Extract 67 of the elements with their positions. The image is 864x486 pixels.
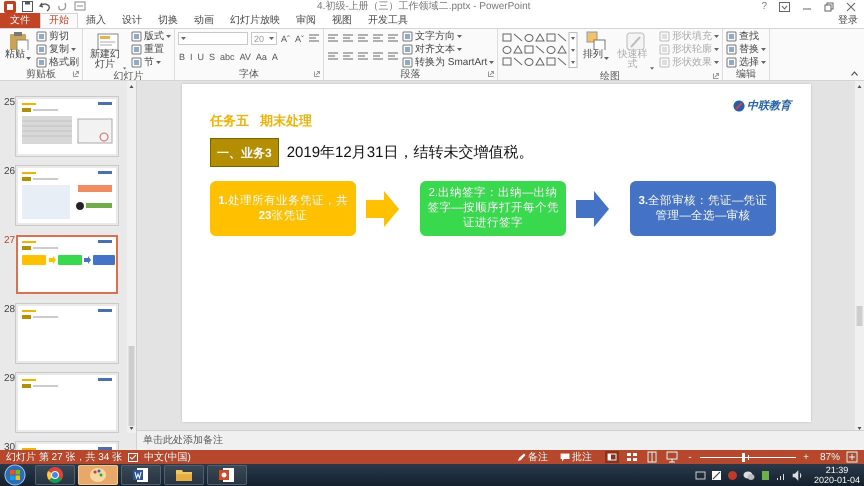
- format-button[interactable]: A: [270, 52, 279, 62]
- sign-in-link[interactable]: 登录: [832, 13, 864, 28]
- ribbon-button[interactable]: 排列: [581, 30, 612, 60]
- ribbon-button[interactable]: 重置: [131, 42, 164, 56]
- step-box: 1.处理所有业务凭证，共23张凭证: [210, 181, 356, 236]
- format-button[interactable]: U: [196, 52, 206, 62]
- slide-number: 29: [4, 373, 14, 386]
- window-title: 4.初级-上册（三）工作领域二.pptx - PowerPoint: [316, 0, 532, 12]
- notes-field[interactable]: 单击此处添加备注: [137, 430, 864, 450]
- ribbon-button[interactable]: 节: [131, 55, 161, 69]
- group-label: 绘图: [600, 70, 620, 80]
- ribbon-button[interactable]: 新建幻灯片: [86, 30, 128, 70]
- logo-text: 中联教育: [747, 98, 791, 113]
- zoom-in-button[interactable]: +: [802, 452, 810, 462]
- format-button[interactable]: abc: [219, 52, 236, 62]
- language-label[interactable]: 中文(中国): [144, 450, 191, 464]
- slide-number: 27: [4, 235, 14, 248]
- ribbon-tab[interactable]: 开发工具: [360, 13, 416, 28]
- ribbon-tab[interactable]: 审阅: [288, 13, 324, 28]
- ribbon-button[interactable]: 转换为 SmartArt: [402, 55, 494, 69]
- step-box: 3.全部审核：凭证—凭证管理—全选—审核: [630, 181, 776, 236]
- ribbon-button[interactable]: 替换: [726, 42, 766, 56]
- slide-heading: 任务五 期末处理: [210, 112, 312, 130]
- clock-date[interactable]: 2020-01-04: [814, 475, 860, 485]
- ribbon-tab[interactable]: 视图: [324, 13, 360, 28]
- ribbon-tab[interactable]: 幻灯片放映: [222, 13, 288, 28]
- help-button[interactable]: ?: [761, 1, 767, 12]
- comments-button[interactable]: 批注: [560, 450, 592, 464]
- group-label: 字体: [239, 68, 259, 80]
- slide-number: 30: [4, 442, 14, 450]
- ribbon-button[interactable]: 粘贴: [3, 30, 33, 60]
- ribbon-tab[interactable]: 开始: [40, 13, 78, 28]
- ribbon-tab[interactable]: 插入: [78, 13, 114, 28]
- zoom-out-button[interactable]: -: [686, 452, 694, 462]
- format-button[interactable]: Aa: [254, 52, 268, 62]
- slide-number: 25: [4, 97, 14, 110]
- ribbon-button[interactable]: 选择: [726, 55, 766, 69]
- ribbon-button[interactable]: 文字方向: [402, 29, 462, 43]
- group-label: 剪贴板: [26, 68, 56, 80]
- slide-counter: 幻灯片 第 27 张，共 34 张: [6, 450, 122, 464]
- format-button[interactable]: S: [208, 52, 216, 62]
- ribbon-button[interactable]: 剪切: [36, 29, 69, 43]
- ribbon-button[interactable]: 对齐文本: [402, 42, 462, 56]
- group-label: 段落: [400, 68, 421, 80]
- format-button[interactable]: Aˇ: [294, 34, 305, 44]
- ribbon-button[interactable]: 复制: [36, 42, 76, 56]
- section-tag: 一、业务3: [210, 138, 279, 167]
- statement-text: 2019年12月31日，结转未交增值税。: [286, 143, 534, 162]
- clock-time[interactable]: 21:39: [826, 465, 848, 475]
- step-box: 2.出纳签字：出纳—出纳签字—按顺序打开每个凭证进行签字: [420, 181, 566, 236]
- slide-number: 28: [4, 304, 14, 317]
- ribbon-button[interactable]: 格式刷: [36, 55, 79, 69]
- format-button[interactable]: AV: [238, 52, 252, 62]
- format-button[interactable]: Aˆ: [280, 34, 291, 44]
- ribbon-tab[interactable]: 动画: [186, 13, 222, 28]
- ribbon-tab[interactable]: 设计: [114, 13, 150, 28]
- ribbon-button[interactable]: 查找: [726, 29, 760, 43]
- notes-button[interactable]: 备注: [517, 450, 548, 464]
- group-label: 编辑: [736, 68, 756, 80]
- format-button[interactable]: B: [178, 52, 186, 62]
- slide-number: 26: [4, 166, 14, 179]
- file-tab[interactable]: 文件: [0, 13, 40, 28]
- format-button[interactable]: I: [189, 52, 194, 62]
- ribbon-button[interactable]: 版式: [131, 29, 171, 43]
- ribbon-tab[interactable]: 切换: [150, 13, 186, 28]
- zoom-level[interactable]: 87%: [816, 452, 840, 462]
- group-label: 幻灯片: [114, 70, 144, 80]
